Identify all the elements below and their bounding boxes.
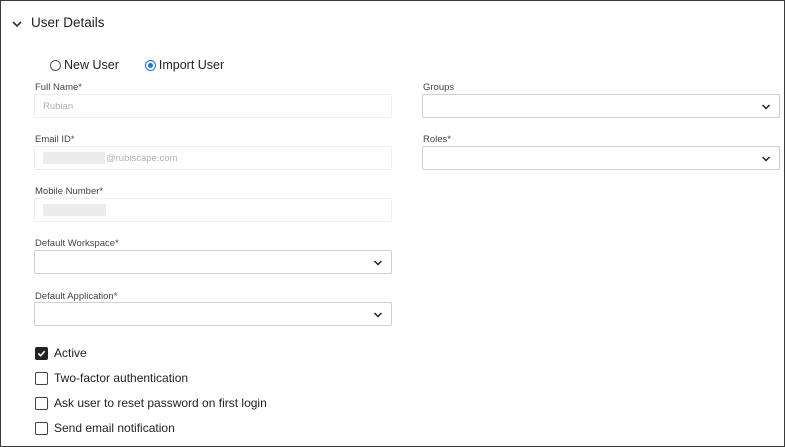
full-name-input[interactable]: Rubian <box>34 94 392 118</box>
default-workspace-label: Default Workspace* <box>35 238 119 249</box>
chevron-down-icon <box>761 156 771 162</box>
chevron-down-icon[interactable] <box>11 18 23 30</box>
two-factor-label: Two-factor authentication <box>54 371 189 385</box>
email-notification-label: Send email notification <box>54 421 175 435</box>
user-details-panel: User Details New User Import User Full N… <box>0 0 785 447</box>
roles-select[interactable] <box>422 146 780 170</box>
radio-new-user-label: New User <box>64 58 119 72</box>
groups-label: Groups <box>423 82 455 93</box>
user-type-radio-group: New User Import User <box>50 58 250 72</box>
email-redacted-part <box>43 152 105 164</box>
reset-password-checkbox-row[interactable]: Ask user to reset password on first logi… <box>35 396 267 410</box>
radio-import-user-circle[interactable] <box>144 59 156 71</box>
two-factor-checkbox-row[interactable]: Two-factor authentication <box>35 371 188 385</box>
chevron-down-icon <box>761 104 771 110</box>
radio-new-user[interactable]: New User <box>50 58 119 72</box>
reset-password-checkbox[interactable] <box>35 396 48 410</box>
active-checkbox[interactable] <box>35 346 48 360</box>
radio-import-user[interactable]: Import User <box>144 58 225 72</box>
default-workspace-select[interactable] <box>34 250 392 274</box>
chevron-down-icon <box>373 260 383 266</box>
checkmark-icon <box>37 350 46 357</box>
mobile-label: Mobile Number* <box>35 186 104 197</box>
default-application-select[interactable] <box>34 302 392 326</box>
reset-password-label: Ask user to reset password on first logi… <box>54 396 267 410</box>
email-input[interactable]: @rubiscape.com <box>34 146 392 170</box>
section-header[interactable]: User Details <box>11 15 105 30</box>
active-checkbox-row[interactable]: Active <box>35 346 87 360</box>
radio-import-user-label: Import User <box>158 58 225 72</box>
email-notification-checkbox-row[interactable]: Send email notification <box>35 421 175 435</box>
email-suffix: @rubiscape.com <box>106 152 178 164</box>
active-label: Active <box>54 346 87 360</box>
radio-new-user-circle[interactable] <box>50 59 61 71</box>
mobile-redacted-value <box>43 204 106 216</box>
default-application-label: Default Application* <box>35 291 118 302</box>
email-label: Email ID* <box>35 134 75 145</box>
roles-label: Roles* <box>423 134 451 145</box>
two-factor-checkbox[interactable] <box>35 371 48 385</box>
email-notification-checkbox[interactable] <box>35 421 48 435</box>
mobile-input[interactable] <box>34 198 392 222</box>
chevron-down-icon <box>373 312 383 318</box>
full-name-label: Full Name* <box>35 82 82 93</box>
groups-select[interactable] <box>422 94 780 118</box>
full-name-value: Rubian <box>43 100 74 112</box>
section-title: User Details <box>31 15 105 30</box>
